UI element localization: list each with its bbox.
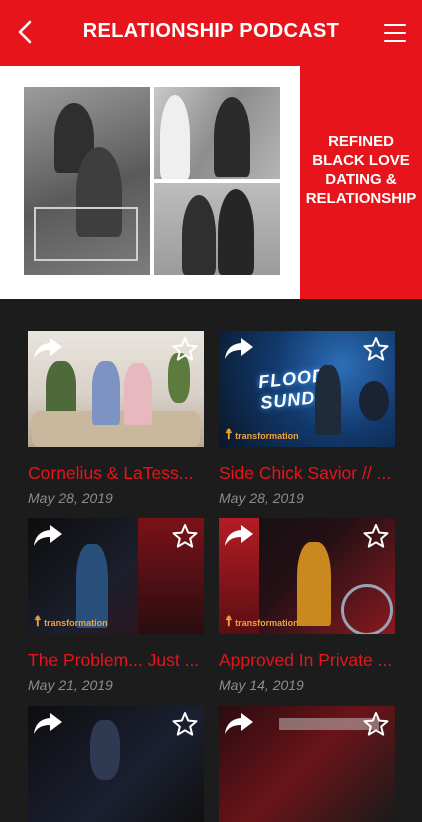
episode-title[interactable]: The Problem... Just ... [28, 650, 204, 671]
hero-photo-collage [0, 66, 300, 299]
episode-thumbnail[interactable]: ☨ transformation [28, 518, 204, 634]
menu-button[interactable] [382, 20, 410, 46]
episode-card[interactable]: ☨ transformation Approved In Private ...… [219, 518, 395, 693]
hero-tagline: REFINED BLACK LOVE DATING & RELATIONSHIP [300, 132, 422, 208]
episode-thumbnail[interactable]: FLOOD SUNDAY ☨ transformation [219, 331, 395, 447]
episode-title[interactable]: Cornelius & LaTess... [28, 463, 204, 484]
hero-tagline-line-4: RELATIONSHIP [305, 190, 417, 207]
transformation-logo: ☨ transformation [225, 426, 299, 442]
episode-card[interactable] [28, 706, 204, 822]
favorite-button[interactable] [172, 523, 198, 549]
favorite-button[interactable] [363, 711, 389, 737]
share-arrow-icon [34, 338, 62, 359]
episode-thumbnail[interactable]: ☨ transformation [219, 518, 395, 634]
chevron-left-icon [18, 20, 32, 44]
episode-date: May 28, 2019 [28, 490, 113, 506]
share-arrow-icon [225, 525, 253, 546]
share-button[interactable] [223, 523, 255, 549]
episode-thumbnail[interactable] [28, 331, 204, 447]
star-outline-icon [363, 712, 389, 736]
favorite-button[interactable] [172, 336, 198, 362]
episode-date: May 28, 2019 [219, 490, 304, 506]
share-button[interactable] [32, 336, 64, 362]
star-outline-icon [363, 337, 389, 361]
episode-card[interactable] [219, 706, 395, 822]
favorite-button[interactable] [363, 523, 389, 549]
share-button[interactable] [223, 711, 255, 737]
episode-card[interactable]: ☨ transformation The Problem... Just ...… [28, 518, 204, 693]
share-arrow-icon [34, 525, 62, 546]
hero-photo-couple-portrait [154, 183, 280, 275]
share-arrow-icon [225, 338, 253, 359]
star-outline-icon [363, 524, 389, 548]
top-app-bar: RELATIONSHIP PODCAST [0, 0, 422, 66]
hero-tagline-line-2: BLACK LOVE [312, 152, 410, 169]
hero-tagline-line-3: DATING & [325, 171, 397, 188]
episode-thumbnail[interactable] [28, 706, 204, 822]
share-button[interactable] [32, 711, 64, 737]
share-button[interactable] [32, 523, 64, 549]
hero-tagline-line-1: REFINED [328, 133, 394, 150]
page-title: RELATIONSHIP PODCAST [82, 20, 340, 42]
episode-date: May 14, 2019 [219, 677, 304, 693]
star-outline-icon [172, 712, 198, 736]
share-button[interactable] [223, 336, 255, 362]
episode-card[interactable]: FLOOD SUNDAY ☨ transformation Side Chick… [219, 331, 395, 506]
hero-photo-couple-dinner [154, 87, 280, 179]
favorite-button[interactable] [172, 711, 198, 737]
episode-card[interactable]: Cornelius & LaTess... May 28, 2019 [28, 331, 204, 506]
star-outline-icon [172, 524, 198, 548]
favorite-button[interactable] [363, 336, 389, 362]
episode-title[interactable]: Side Chick Savior // ... [219, 463, 395, 484]
share-arrow-icon [225, 713, 253, 734]
hero-photo-couple-cart [24, 87, 150, 275]
podcast-hero-banner: REFINED BLACK LOVE DATING & RELATIONSHIP [0, 66, 422, 299]
share-arrow-icon [34, 713, 62, 734]
episode-thumbnail[interactable] [219, 706, 395, 822]
transformation-logo: ☨ transformation [34, 613, 108, 629]
back-button[interactable] [10, 16, 40, 48]
transformation-logo: ☨ transformation [225, 613, 299, 629]
episode-grid: Cornelius & LaTess... May 28, 2019 FLOOD… [0, 299, 422, 822]
episode-title[interactable]: Approved In Private ... [219, 650, 395, 671]
episode-date: May 21, 2019 [28, 677, 113, 693]
star-outline-icon [172, 337, 198, 361]
